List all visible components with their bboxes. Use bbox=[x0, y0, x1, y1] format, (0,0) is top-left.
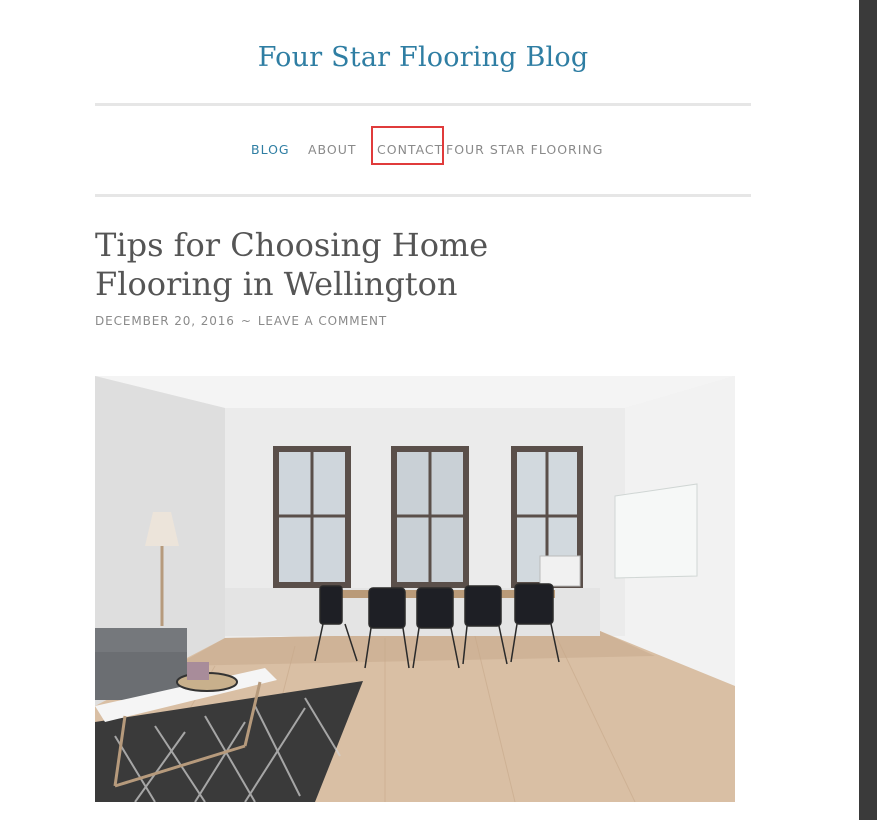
page: Four Star Flooring Blog BLOG ABOUT CONTA… bbox=[0, 0, 859, 820]
header-divider-top bbox=[95, 103, 751, 106]
header-divider-bottom bbox=[95, 194, 751, 197]
contact-highlight-box bbox=[371, 126, 444, 165]
meta-separator: ~ bbox=[240, 314, 252, 328]
window-edge-scrollbar[interactable] bbox=[859, 0, 877, 820]
nav-item-about[interactable]: ABOUT bbox=[308, 142, 357, 157]
post-meta: DECEMBER 20, 2016 ~ LEAVE A COMMENT bbox=[95, 314, 387, 328]
site-title[interactable]: Four Star Flooring Blog bbox=[95, 42, 751, 73]
featured-image bbox=[95, 376, 735, 802]
post-title[interactable]: Tips for Choosing Home Flooring in Welli… bbox=[95, 226, 635, 304]
post-date[interactable]: DECEMBER 20, 2016 bbox=[95, 314, 235, 328]
leave-comment-link[interactable]: LEAVE A COMMENT bbox=[258, 314, 387, 328]
nav-item-blog[interactable]: BLOG bbox=[251, 142, 290, 157]
nav-item-four-star-flooring[interactable]: FOUR STAR FLOORING bbox=[446, 142, 603, 157]
